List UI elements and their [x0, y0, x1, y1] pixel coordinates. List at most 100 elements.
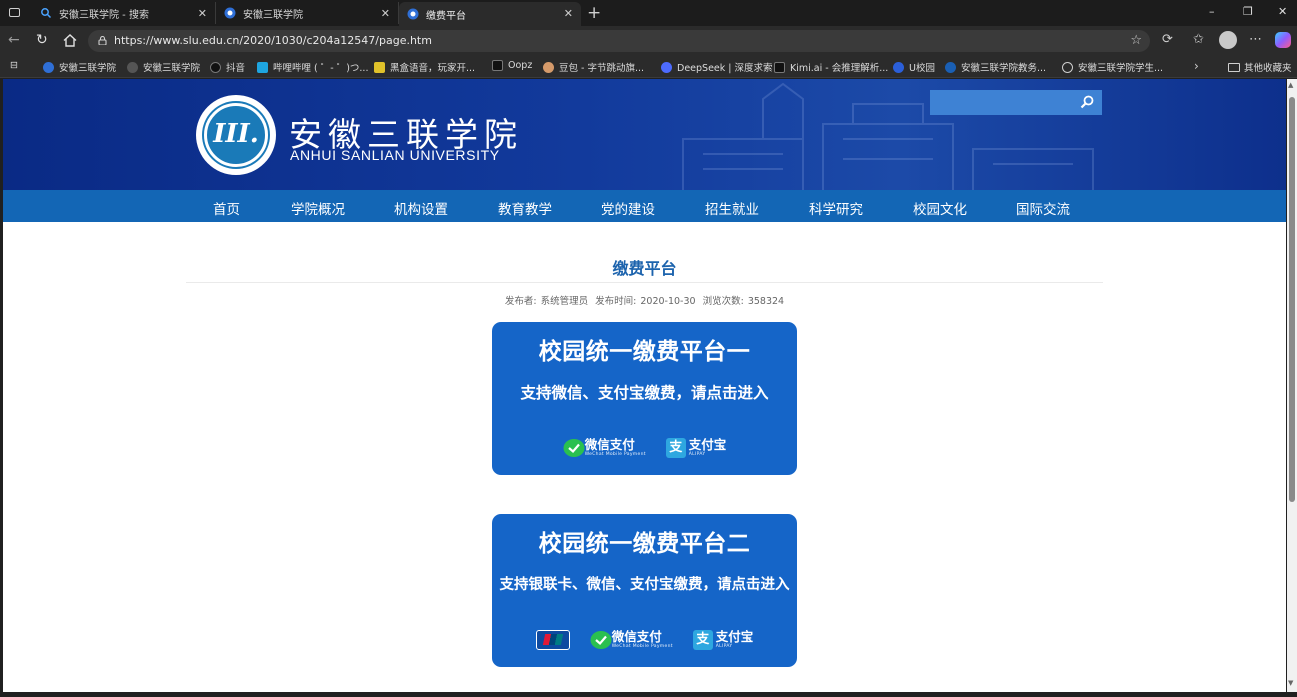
page-title: 缴费平台 [612, 259, 677, 278]
back-arrow-icon[interactable]: ← [8, 32, 20, 48]
alipay-logo: 支 支付宝 ALIPAY [692, 630, 753, 650]
chevron-right-icon[interactable]: › [1194, 59, 1199, 73]
profile-avatar[interactable] [1219, 31, 1237, 49]
other-bookmarks-folder[interactable]: 其他收藏夹 [1228, 60, 1292, 74]
nav-about[interactable]: 学院概况 [291, 198, 345, 218]
nav-research[interactable]: 科学研究 [809, 198, 863, 218]
bookmark-favicon-icon [127, 61, 138, 73]
browser-window: 安徽三联学院 - 搜索 ✕ 安徽三联学院 ✕ 缴费平台 ✕ + – ❐ ✕ ← … [0, 0, 1297, 697]
new-tab-button[interactable]: + [587, 3, 601, 23]
alipay-icon: 支 [692, 630, 713, 650]
tab-university[interactable]: 安徽三联学院 ✕ [216, 2, 399, 24]
scroll-up-icon[interactable]: ▲ [1288, 81, 1293, 89]
copilot-icon[interactable] [1275, 32, 1291, 48]
tab-close-icon[interactable]: ✕ [381, 7, 390, 20]
bookmark-item[interactable]: Oopz [492, 60, 532, 71]
oopz-icon [492, 60, 503, 71]
tab-label: 安徽三联学院 [243, 9, 303, 21]
university-logo[interactable]: III. [196, 95, 276, 175]
extensions-icon[interactable]: ⟳ [1162, 32, 1173, 47]
alipay-icon: 支 [665, 438, 686, 458]
bookmark-item[interactable]: 安徽三联学院教务... [945, 60, 1046, 74]
wechat-icon [590, 631, 612, 649]
lock-icon[interactable] [98, 36, 107, 45]
bilibili-icon [257, 61, 268, 73]
bookmark-favicon-icon [945, 61, 956, 73]
more-menu-icon[interactable]: ⋯ [1249, 32, 1262, 47]
favorites-icon[interactable]: ✩ [1193, 32, 1204, 47]
nav-admission[interactable]: 招生就业 [705, 198, 759, 218]
bookmark-favicon-icon [43, 61, 54, 73]
tab-search[interactable]: 安徽三联学院 - 搜索 ✕ [32, 2, 216, 24]
search-favicon-icon [41, 8, 52, 19]
tab-close-icon[interactable]: ✕ [198, 7, 207, 20]
site-name-en: ANHUI SANLIAN UNIVERSITY [290, 147, 500, 163]
home-icon[interactable] [63, 34, 77, 47]
tiktok-icon [210, 61, 221, 73]
bookmark-item[interactable]: 安徽三联学院 [43, 60, 116, 74]
tab-close-icon[interactable]: ✕ [564, 7, 573, 20]
card-title: 校园统一缴费平台一 [538, 338, 751, 365]
wechat-pay-logo: 微信支付 WeChat Mobile Payment [563, 438, 646, 458]
main-nav: 首页 学院概况 机构设置 教育教学 党的建设 招生就业 科学研究 校园文化 国际… [3, 190, 1286, 222]
bookmark-item[interactable]: Kimi.ai - 会推理解析... [774, 60, 888, 74]
bookmark-item[interactable]: 安徽三联学院 [127, 60, 200, 74]
tab-strip: 安徽三联学院 - 搜索 ✕ 安徽三联学院 ✕ 缴费平台 ✕ + – ❐ ✕ [0, 0, 1297, 26]
search-icon[interactable] [1080, 95, 1094, 109]
heihe-icon [374, 61, 385, 73]
card-subtitle: 支持微信、支付宝缴费，请点击进入 [520, 383, 769, 402]
university-favicon-icon [407, 8, 419, 20]
university-favicon-icon [224, 7, 236, 19]
unionpay-logo [535, 630, 570, 650]
payment-logos: 微信支付 WeChat Mobile Payment 支 支付宝 ALIPAY [492, 438, 797, 458]
card-subtitle: 支持银联卡、微信、支付宝缴费，请点击进入 [499, 576, 790, 593]
card-title: 校园统一缴费平台二 [538, 530, 751, 557]
title-divider [186, 282, 1103, 283]
bookmark-item[interactable]: 豆包 - 字节跳动旗... [543, 60, 644, 74]
wechat-icon [563, 439, 585, 457]
bookmark-item[interactable]: U校园 [893, 60, 935, 74]
nav-home[interactable]: 首页 [213, 198, 240, 218]
restore-button[interactable]: ❐ [1243, 5, 1253, 18]
unionpay-icon [535, 630, 570, 650]
tab-label: 缴费平台 [426, 10, 466, 22]
search-input[interactable] [930, 90, 1102, 115]
refresh-icon[interactable]: ↻ [36, 32, 48, 48]
kimi-icon [774, 61, 785, 73]
nav-international[interactable]: 国际交流 [1016, 198, 1070, 218]
nav-party[interactable]: 党的建设 [601, 198, 655, 218]
nav-campus-culture[interactable]: 校园文化 [913, 198, 967, 218]
tab-actions-icon[interactable] [6, 4, 24, 22]
site-header: III. 安徽三联学院 ANHUI SANLIAN UNIVERSITY [3, 79, 1286, 190]
nav-organization[interactable]: 机构设置 [394, 198, 448, 218]
nav-education[interactable]: 教育教学 [498, 198, 552, 218]
close-window-button[interactable]: ✕ [1278, 5, 1287, 18]
minimize-button[interactable]: – [1209, 5, 1215, 18]
wechat-pay-logo: 微信支付 WeChat Mobile Payment [590, 630, 673, 650]
browser-toolbar: ← ↻ https://www.slu.edu.cn/2020/1030/c20… [0, 26, 1297, 56]
page-scrollbar[interactable]: ▲ ▼ [1287, 79, 1297, 692]
tab-payment[interactable]: 缴费平台 ✕ [399, 2, 581, 26]
bookmark-item[interactable]: DeepSeek | 深度求索 [661, 60, 773, 74]
payment-platform-2-button[interactable]: 校园统一缴费平台二 支持银联卡、微信、支付宝缴费，请点击进入 微信支付 WeCh… [492, 514, 797, 667]
url-text[interactable]: https://www.slu.edu.cn/2020/1030/c204a12… [114, 34, 432, 47]
bookmarks-toggle-icon[interactable]: ⊟ [10, 60, 18, 71]
folder-icon [1228, 62, 1240, 72]
scroll-down-icon[interactable]: ▼ [1288, 679, 1293, 687]
bookmark-item[interactable]: 安徽三联学院学生... [1062, 60, 1163, 74]
favorite-star-icon[interactable]: ☆ [1130, 33, 1142, 48]
logo-mark: III. [213, 119, 259, 149]
scroll-thumb[interactable] [1289, 97, 1295, 502]
ucampus-icon [893, 61, 904, 73]
deepseek-icon [661, 61, 672, 73]
bookmark-item[interactable]: 抖音 [210, 60, 245, 74]
bookmark-item[interactable]: 哔哩哔哩 ( ゜- ゜)つ... [257, 60, 368, 74]
article-meta: 发布者: 系统管理员 发布时间: 2020-10-30 浏览次数: 358324 [504, 296, 785, 307]
tab-label: 安徽三联学院 - 搜索 [59, 9, 149, 21]
doubao-icon [543, 61, 554, 73]
address-bar[interactable]: https://www.slu.edu.cn/2020/1030/c204a12… [88, 30, 1150, 52]
payment-platform-1-button[interactable]: 校园统一缴费平台一 支持微信、支付宝缴费，请点击进入 微信支付 WeChat M… [492, 322, 797, 475]
page-viewport: III. 安徽三联学院 ANHUI SANLIAN UNIVERSITY 首页 … [3, 79, 1286, 692]
bookmarks-bar: ⊟ 安徽三联学院 安徽三联学院 抖音 哔哩哔哩 ( ゜- ゜)つ... 黑盒语音… [0, 56, 1297, 78]
bookmark-item[interactable]: 黑盒语音，玩家开... [374, 60, 475, 74]
